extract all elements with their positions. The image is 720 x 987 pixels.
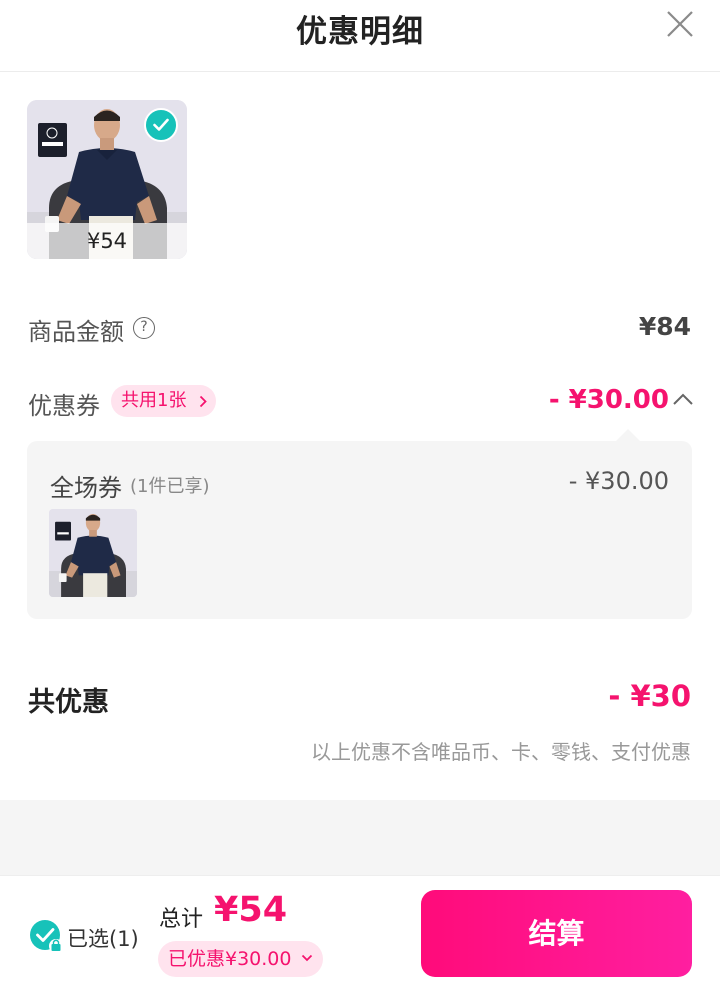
chevron-right-icon xyxy=(200,395,208,408)
sheet-header: 优惠明细 xyxy=(0,0,720,72)
close-button[interactable] xyxy=(664,8,696,40)
discount-disclaimer: 以上优惠不含唯品币、卡、零钱、支付优惠 xyxy=(311,740,691,764)
goods-amount-label: 商品金额 xyxy=(28,318,124,346)
select-all-checkbox[interactable] xyxy=(29,919,63,953)
total-label: 总计 xyxy=(159,907,204,932)
chevron-up-icon[interactable] xyxy=(672,392,694,406)
discount-detail-sheet: 优惠明细 ¥54 商品金额 ? ¥84 优惠券 共用1张 - ¥30.00 全场… xyxy=(0,0,720,987)
total-price: ¥54 xyxy=(214,890,288,930)
coupon-discount-value: - ¥30.00 xyxy=(548,385,669,415)
detail-pointer xyxy=(616,429,640,441)
help-icon[interactable]: ? xyxy=(133,317,155,339)
coupon-count-text: 共用1张 xyxy=(121,390,187,411)
checkout-button[interactable]: 结算 xyxy=(421,890,692,977)
spacer-band xyxy=(0,800,720,875)
close-icon xyxy=(667,11,693,37)
coupon-detail-panel: 全场券 (1件已享) - ¥30.00 xyxy=(27,441,692,619)
checkout-bar: 已选(1) 总计 ¥54 已优惠¥30.00 结算 xyxy=(0,875,720,987)
goods-amount-value: ¥84 xyxy=(638,312,691,341)
total-discount-value: - ¥30 xyxy=(608,679,691,713)
chevron-down-icon xyxy=(302,954,313,962)
lock-icon xyxy=(49,939,63,953)
coupon-detail-name: 全场券 xyxy=(50,474,122,502)
check-icon xyxy=(153,118,169,131)
coupon-count-tag[interactable]: 共用1张 xyxy=(111,385,217,417)
saved-amount-pill[interactable]: 已优惠¥30.00 xyxy=(158,941,324,977)
coupon-product-thumbnail xyxy=(49,509,137,597)
coupon-detail-value: - ¥30.00 xyxy=(568,467,669,495)
product-image xyxy=(49,509,137,597)
total-discount-label: 共优惠 xyxy=(28,687,109,718)
saved-amount-text: 已优惠¥30.00 xyxy=(168,948,292,970)
product-price: ¥54 xyxy=(27,223,187,259)
coupon-detail-sub: (1件已享) xyxy=(130,476,210,497)
page-title: 优惠明细 xyxy=(296,14,424,50)
selected-count: 已选(1) xyxy=(67,927,139,951)
selected-check-badge[interactable] xyxy=(144,108,178,142)
coupon-label: 优惠券 xyxy=(28,392,100,420)
